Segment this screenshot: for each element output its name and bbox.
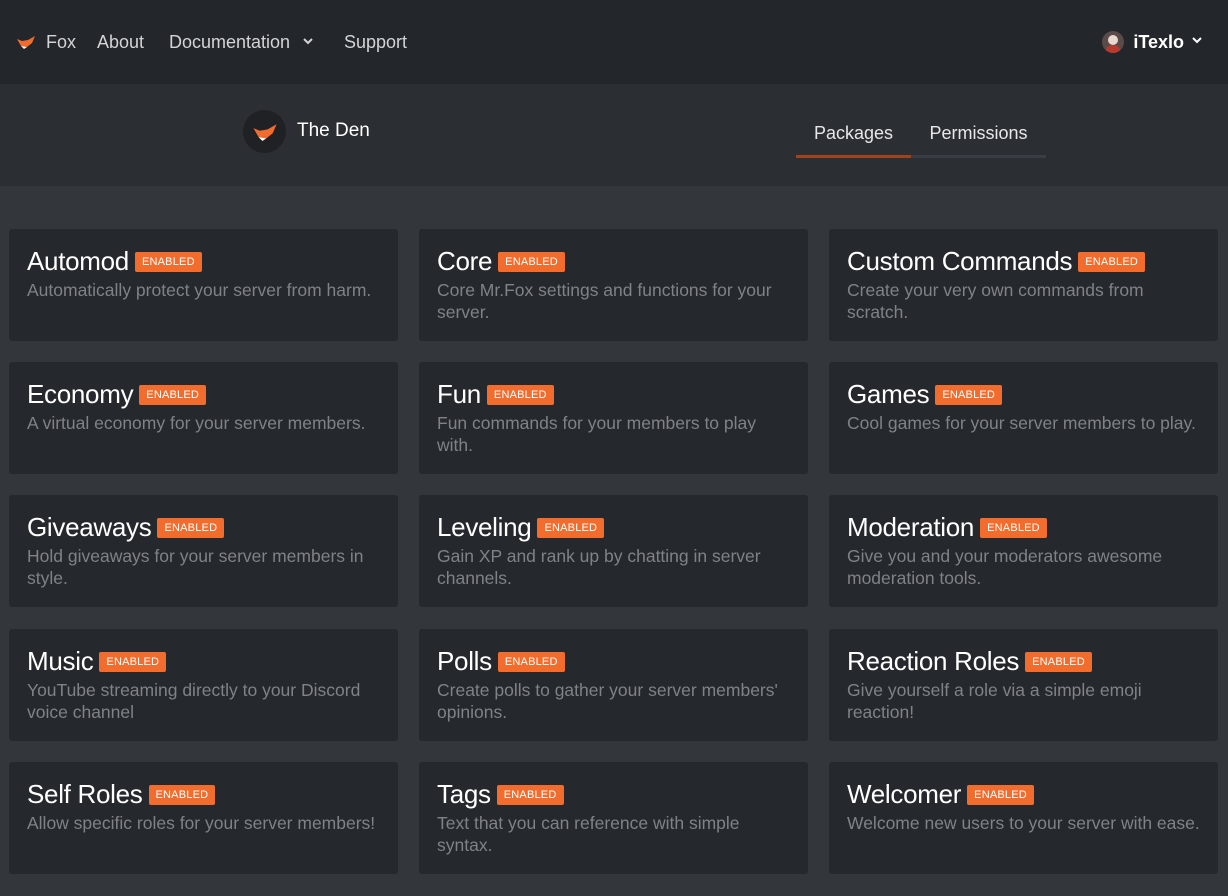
package-card[interactable]: Tags ENABLED Text that you can reference w… <box>419 762 808 874</box>
status-badge: ENABLED <box>148 785 216 805</box>
status-badge: ENABLED <box>1078 252 1146 272</box>
avatar <box>1102 31 1125 53</box>
nav-support-link[interactable]: Support <box>344 30 407 54</box>
package-card[interactable]: Games ENABLED Cool games for your server m… <box>829 362 1218 474</box>
package-description: Allow specific roles for your server mem… <box>27 813 376 833</box>
package-card[interactable]: Automod ENABLED Automatically protect your… <box>9 229 398 341</box>
package-title: Core <box>437 245 493 276</box>
package-card-header: Core ENABLED <box>437 245 790 277</box>
package-title: Music <box>27 645 94 676</box>
status-badge: ENABLED <box>134 252 202 272</box>
status-badge: ENABLED <box>967 785 1034 805</box>
status-badge: ENABLED <box>157 518 225 538</box>
package-title: Reaction Roles <box>847 645 1020 676</box>
package-card-header: Economy ENABLED <box>27 378 380 410</box>
status-badge: ENABLED <box>496 785 564 805</box>
package-card[interactable]: Core ENABLED Core Mr.Fox settings and func… <box>419 229 808 341</box>
server-tabs: Packages Permissions <box>796 120 1046 158</box>
package-description: Fun commands for your members to play wi… <box>437 413 757 455</box>
package-description: Welcome new users to your server with ea… <box>847 813 1200 833</box>
package-description: Create polls to gather your server membe… <box>437 680 778 722</box>
chevron-down-icon <box>1192 37 1202 44</box>
status-badge: ENABLED <box>980 518 1047 538</box>
package-card[interactable]: Fun ENABLED Fun commands for your members … <box>419 362 808 474</box>
server-name: The Den <box>297 120 370 141</box>
package-card-header: Polls ENABLED <box>437 645 790 677</box>
nav-documentation-dropdown[interactable]: Documentation <box>169 30 313 54</box>
package-description: A virtual economy for your server member… <box>27 413 366 433</box>
server-icon <box>243 110 286 153</box>
package-card[interactable]: Polls ENABLED Create polls to gather your … <box>419 629 808 741</box>
user-name: iTexlo <box>1133 32 1184 52</box>
status-badge: ENABLED <box>1025 652 1092 672</box>
package-card[interactable]: Custom Commands ENABLED Create your very o… <box>829 229 1218 341</box>
package-title: Fun <box>437 378 481 409</box>
package-card[interactable]: Music ENABLED YouTube streaming directly t… <box>9 629 398 741</box>
package-title: Tags <box>437 778 491 809</box>
brand-link[interactable]: Fox <box>16 30 76 54</box>
chevron-down-icon <box>303 38 313 45</box>
package-title: Polls <box>437 645 492 676</box>
package-description: YouTube streaming directly to your Disco… <box>27 680 361 722</box>
package-description: Text that you can reference with simple … <box>437 813 740 855</box>
package-card-header: Reaction Roles ENABLED <box>847 645 1200 677</box>
package-card[interactable]: Welcomer ENABLED Welcome new users to your… <box>829 762 1218 874</box>
package-card[interactable]: Economy ENABLED A virtual economy for your… <box>9 362 398 474</box>
package-description: Cool games for your server members to pl… <box>847 413 1196 433</box>
nav-documentation-label: Documentation <box>169 32 291 52</box>
package-card-header: Automod ENABLED <box>27 245 380 277</box>
package-card[interactable]: Reaction Roles ENABLED Give yourself a rol… <box>829 629 1218 741</box>
package-card[interactable]: Self Roles ENABLED Allow specific roles fo… <box>9 762 398 874</box>
package-card[interactable]: Moderation ENABLED Give you and your moder… <box>829 495 1218 607</box>
fox-logo-icon <box>252 123 277 141</box>
package-title: Automod <box>27 245 129 276</box>
brand-label: Fox <box>46 32 77 52</box>
tab-permissions[interactable]: Permissions <box>911 120 1046 155</box>
package-card-header: Giveaways ENABLED <box>27 511 380 543</box>
package-title: Games <box>847 378 930 409</box>
package-title: Leveling <box>437 511 532 542</box>
package-card[interactable]: Leveling ENABLED Gain XP and rank up by ch… <box>419 495 808 607</box>
package-description: Give you and your moderators awesome mod… <box>847 546 1163 588</box>
package-description: Create your very own commands from scrat… <box>847 280 1144 322</box>
package-card-header: Games ENABLED <box>847 378 1200 410</box>
status-badge: ENABLED <box>99 652 167 672</box>
package-card-header: Leveling ENABLED <box>437 511 790 543</box>
package-card-header: Custom Commands ENABLED <box>847 245 1200 277</box>
status-badge: ENABLED <box>486 385 554 405</box>
package-card-header: Welcomer ENABLED <box>847 778 1200 810</box>
tab-packages[interactable]: Packages <box>796 120 911 155</box>
package-title: Giveaways <box>27 511 152 542</box>
top-navbar: Fox About Documentation Support iTexlo <box>0 0 1228 84</box>
status-badge: ENABLED <box>139 385 207 405</box>
package-card-header: Moderation ENABLED <box>847 511 1200 543</box>
package-title: Moderation <box>847 511 975 542</box>
package-title: Custom Commands <box>847 245 1073 276</box>
status-badge: ENABLED <box>497 652 565 672</box>
active-tab-indicator <box>796 155 911 158</box>
fox-logo-icon <box>17 36 35 49</box>
package-card-header: Tags ENABLED <box>437 778 790 810</box>
status-badge: ENABLED <box>498 252 565 272</box>
package-description: Hold giveaways for your server members i… <box>27 546 364 588</box>
package-title: Welcomer <box>847 778 962 809</box>
package-card[interactable]: Giveaways ENABLED Hold giveaways for your … <box>9 495 398 607</box>
package-description: Give yourself a role via a simple emoji … <box>847 680 1142 722</box>
package-title: Self Roles <box>27 778 143 809</box>
package-description: Automatically protect your server from h… <box>27 280 372 300</box>
nav-about-link[interactable]: About <box>97 30 144 54</box>
package-card-header: Music ENABLED <box>27 645 380 677</box>
package-card-header: Fun ENABLED <box>437 378 790 410</box>
package-description: Core Mr.Fox settings and functions for y… <box>437 280 772 322</box>
package-card-header: Self Roles ENABLED <box>27 778 380 810</box>
user-menu-dropdown[interactable]: iTexlo <box>1102 30 1202 54</box>
package-title: Economy <box>27 378 134 409</box>
status-badge: ENABLED <box>537 518 605 538</box>
status-badge: ENABLED <box>935 385 1003 405</box>
package-description: Gain XP and rank up by chatting in serve… <box>437 546 761 588</box>
